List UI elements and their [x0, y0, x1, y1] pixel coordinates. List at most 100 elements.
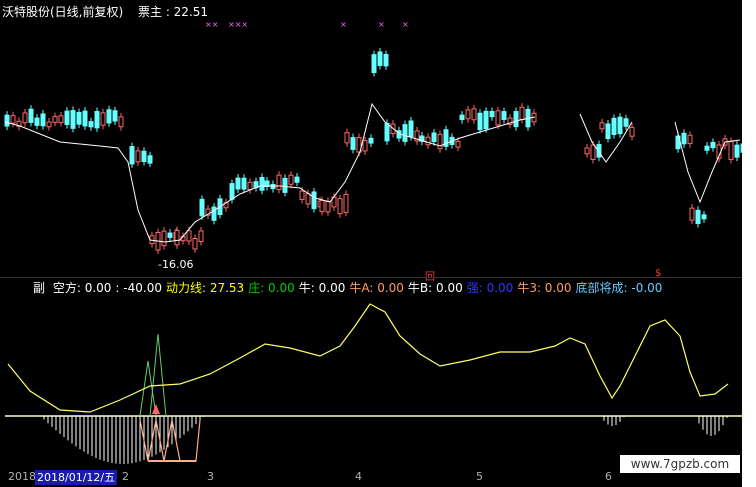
candlesticks: [4, 47, 742, 255]
axis-tick: 6: [605, 470, 612, 483]
candle: [681, 132, 687, 145]
candle: [431, 132, 437, 143]
power-line: [7, 303, 729, 413]
signal-markers: ×× ××× × × ×: [205, 22, 409, 29]
ticket-label: 票主 : 22.51: [138, 5, 209, 19]
svg-text:×: ×: [340, 22, 347, 29]
candle: [46, 121, 52, 128]
candle: [88, 121, 94, 128]
candle: [362, 140, 368, 152]
candle: [350, 137, 356, 150]
candle: [701, 214, 707, 220]
window-edge: [742, 0, 756, 487]
candle: [299, 190, 305, 200]
watermark: www.7gpzb.com: [620, 455, 740, 473]
candle: [229, 183, 235, 200]
candle: [82, 110, 88, 127]
candle: [52, 116, 58, 123]
candle: [617, 116, 623, 135]
candle: [70, 110, 76, 129]
stock-title: 沃特股份(日线,前复权): [2, 5, 124, 19]
indicator-prefix: 副: [33, 281, 46, 295]
candle: [384, 122, 390, 142]
candle: [319, 200, 325, 213]
kline-chart[interactable]: ×× ××× × × ×: [0, 22, 742, 277]
candle: [513, 111, 519, 128]
candle: [192, 238, 198, 250]
candle: [270, 184, 276, 190]
candle: [276, 174, 282, 191]
candle: [584, 147, 590, 155]
indicator-legend-item: 强: 0.00: [466, 281, 514, 295]
svg-text:××: ××: [205, 22, 218, 29]
candle: [605, 123, 611, 140]
candle: [100, 112, 106, 126]
candle: [211, 206, 217, 221]
indicator-legend-item: 牛3: 0.00: [517, 281, 572, 295]
candle: [241, 177, 247, 190]
candle: [425, 136, 431, 146]
candle: [489, 111, 495, 118]
candle: [141, 150, 147, 163]
candle: [710, 141, 716, 149]
indicator-legend-item: 动力线: 27.53: [165, 281, 245, 295]
candle: [629, 126, 635, 137]
svg-text:×: ×: [378, 22, 385, 29]
candle: [199, 198, 205, 217]
candle: [344, 132, 350, 144]
candle: [728, 141, 734, 160]
candle: [590, 144, 596, 160]
candle: [337, 198, 343, 215]
indicator-legend-item: 庄: 0.00: [248, 281, 295, 295]
axis-tick: 3: [207, 470, 214, 483]
candle: [687, 134, 693, 145]
indicator-legend: 副 空方: 0.00: -40.00 动力线: 27.53 庄: 0.00 牛: 0.…: [33, 279, 670, 295]
candle: [235, 177, 241, 190]
candle: [325, 200, 331, 213]
candle: [34, 117, 40, 126]
axis-year: 2018: [8, 470, 36, 483]
candle: [167, 232, 173, 238]
candle: [623, 118, 629, 127]
svg-text:×××: ×××: [228, 22, 248, 29]
candle: [519, 106, 525, 120]
candle: [371, 54, 377, 74]
orange-band: [139, 419, 201, 462]
candle: [106, 109, 112, 124]
candle: [402, 124, 408, 142]
candle: [135, 150, 141, 163]
candle: [58, 115, 64, 124]
axis-tick: 5: [476, 470, 483, 483]
low-price-label: -16.06: [158, 258, 194, 271]
indicator-legend-item: 底部将成: -0.00: [575, 281, 663, 295]
candle: [501, 111, 507, 120]
indicator-chart[interactable]: [0, 296, 742, 466]
candle: [247, 181, 253, 191]
candle: [22, 112, 28, 124]
candle: [40, 113, 46, 127]
candle: [28, 108, 34, 123]
indicator-legend-item: 牛: 0.00: [298, 281, 346, 295]
indicator-legend-item: 牛B: 0.00: [407, 281, 463, 295]
candle: [186, 230, 192, 242]
candle: [64, 110, 70, 126]
candle: [10, 115, 16, 124]
candle: [112, 110, 118, 122]
candle: [483, 110, 489, 130]
candle: [305, 193, 311, 205]
axis-tick: 4: [355, 470, 362, 483]
candle: [437, 133, 443, 150]
candle: [459, 114, 465, 121]
candle: [4, 114, 10, 127]
axis-tick: 2: [122, 470, 129, 483]
candle: [704, 145, 710, 151]
candle: [129, 146, 135, 165]
green-spikes: [139, 333, 167, 417]
panel-divider: [0, 277, 742, 278]
indicator-legend-item: : -40.00: [115, 281, 162, 295]
candle: [689, 207, 695, 221]
candle: [259, 176, 265, 191]
candle: [288, 174, 294, 185]
chart-window: 沃特股份(日线,前复权) 票主 : 22.51 ×× ××× × × × -16…: [0, 0, 756, 487]
candle: [471, 108, 477, 121]
